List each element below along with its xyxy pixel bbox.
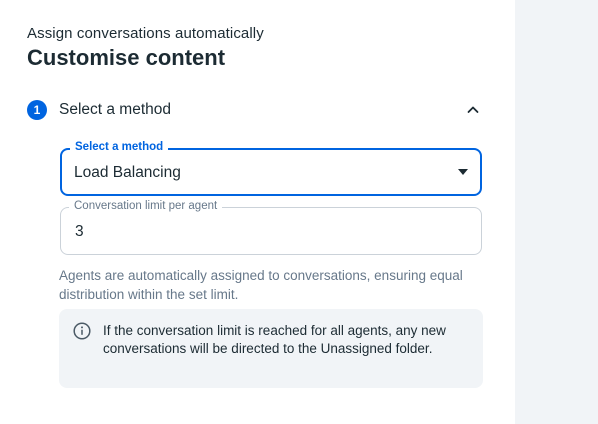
assign-conversations-page: Assign conversations automatically Custo… bbox=[0, 0, 598, 424]
method-helper-text: Agents are automatically assigned to con… bbox=[59, 268, 463, 302]
method-select-value: Load Balancing bbox=[74, 164, 181, 181]
info-notice-text: If the conversation limit is reached for… bbox=[103, 323, 446, 356]
conversation-limit-value[interactable]: 3 bbox=[75, 223, 84, 241]
conversation-limit-field[interactable]: Conversation limit per agent 3 bbox=[60, 199, 482, 255]
page-title: Customise content bbox=[27, 45, 226, 70]
info-notice: If the conversation limit is reached for… bbox=[59, 309, 483, 388]
step-label: Select a method bbox=[59, 101, 172, 118]
conversation-limit-label: Conversation limit per agent bbox=[69, 199, 223, 213]
info-circle-icon bbox=[73, 322, 91, 340]
method-select-label: Select a method bbox=[70, 140, 169, 154]
page-subtitle: Assign conversations automatically bbox=[27, 25, 264, 42]
step-number-badge: 1 bbox=[27, 100, 47, 120]
step-header-select-method[interactable]: 1 Select a method bbox=[27, 100, 483, 122]
dropdown-caret-icon[interactable] bbox=[458, 169, 468, 175]
preview-panel bbox=[515, 0, 598, 424]
method-select[interactable]: Select a method Load Balancing bbox=[60, 140, 482, 196]
chevron-up-icon[interactable] bbox=[463, 100, 483, 120]
